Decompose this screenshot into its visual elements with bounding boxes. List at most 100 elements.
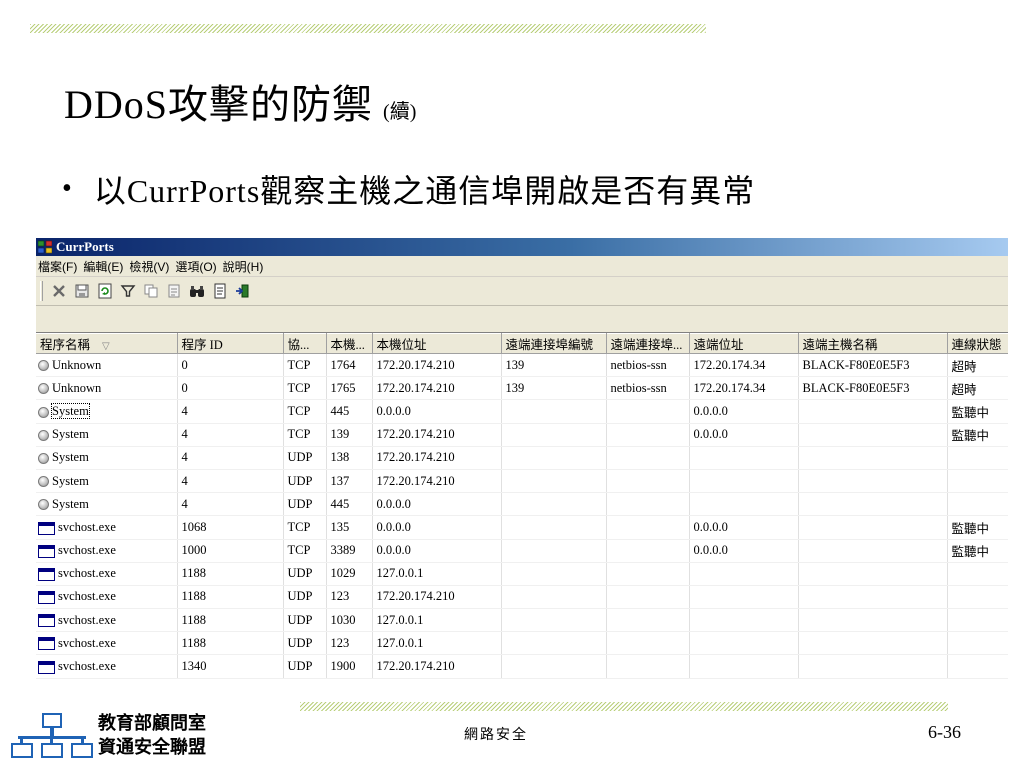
- cell-pid: 1188: [177, 585, 284, 610]
- menu-help[interactable]: 說明(H): [223, 258, 270, 275]
- report-icon[interactable]: [210, 281, 230, 301]
- col-header-local-port[interactable]: 本機...: [326, 333, 373, 354]
- refresh-icon[interactable]: [95, 281, 115, 301]
- window-title: CurrPorts: [56, 239, 114, 254]
- col-header-remote-host[interactable]: 遠端主機名稱: [798, 333, 948, 354]
- cell-protocol: TCP: [283, 376, 327, 401]
- table-row[interactable]: svchost.exe 1188 UDP 1029 127.0.0.1: [36, 562, 1008, 586]
- footer-logo: 教育部顧問室 資通安全聯盟: [10, 712, 230, 762]
- find-icon[interactable]: [187, 281, 207, 301]
- menu-view[interactable]: 檢視(V): [129, 258, 175, 275]
- filter-icon[interactable]: [118, 281, 138, 301]
- ports-table: 程序名稱 ▽ 程序 ID 協... 本機... 本機位址 遠端連接埠編號 遠端連接…: [36, 333, 1008, 679]
- cell-state: [947, 631, 1008, 656]
- cell-pid: 1340: [177, 654, 284, 679]
- cell-remote-port-name: [606, 423, 690, 447]
- cell-remote-port: 139: [501, 353, 607, 378]
- menu-file[interactable]: 檔案(F): [38, 258, 83, 275]
- cell-remote-port: [501, 654, 607, 679]
- cell-remote-port: [501, 539, 607, 563]
- table-row[interactable]: svchost.exe 1000 TCP 3389 0.0.0.0 0.0.0.0 監聽中: [36, 539, 1008, 563]
- save-icon[interactable]: [72, 281, 92, 301]
- table-header: 程序名稱 ▽ 程序 ID 協... 本機... 本機位址 遠端連接埠編號 遠端連接…: [36, 333, 1008, 354]
- cell-remote-address: [689, 654, 799, 679]
- cell-protocol: TCP: [283, 353, 327, 378]
- menu-bar: 檔案(F) 編輯(E) 檢視(V) 選項(O) 說明(H): [36, 256, 1008, 277]
- cell-protocol: UDP: [283, 446, 327, 470]
- cell-pid: 4: [177, 492, 284, 517]
- cell-local-port: 1030: [326, 608, 373, 633]
- cell-protocol: UDP: [283, 654, 327, 679]
- table-row[interactable]: System 4 UDP 445 0.0.0.0: [36, 492, 1008, 517]
- cell-process-name: svchost.exe: [36, 608, 178, 633]
- col-header-remote-port-name[interactable]: 遠端連接埠...: [606, 333, 690, 354]
- col-header-remote-port[interactable]: 遠端連接埠編號: [501, 333, 607, 354]
- cell-remote-port-name: [606, 446, 690, 470]
- table-row[interactable]: System 4 UDP 137 172.20.174.210: [36, 469, 1008, 494]
- cell-remote-address: [689, 631, 799, 656]
- process-name-text: System: [52, 473, 89, 488]
- cell-local-address: 172.20.174.210: [372, 585, 502, 610]
- cell-remote-port-name: [606, 562, 690, 586]
- col-header-protocol[interactable]: 協...: [283, 333, 327, 354]
- cell-local-port: 445: [326, 492, 373, 517]
- cell-remote-host: [798, 585, 948, 610]
- cell-remote-port-name: [606, 515, 690, 540]
- cell-pid: 4: [177, 446, 284, 470]
- col-header-remote-address[interactable]: 遠端位址: [689, 333, 799, 354]
- currports-window: CurrPorts 檔案(F) 編輯(E) 檢視(V) 選項(O) 說明(H): [36, 238, 1008, 682]
- col-header-process-name[interactable]: 程序名稱 ▽: [36, 333, 178, 354]
- cell-process-name: Unknown: [36, 353, 178, 378]
- cell-remote-address: [689, 446, 799, 470]
- cell-local-port: 135: [326, 515, 373, 540]
- table-row[interactable]: System 4 TCP 445 0.0.0.0 0.0.0.0 監聽中: [36, 399, 1008, 424]
- col-header-state[interactable]: 連線狀態: [947, 333, 1008, 354]
- toolbar-grip[interactable]: [40, 281, 43, 301]
- cell-local-address: 0.0.0.0: [372, 539, 502, 563]
- cell-remote-address: 172.20.174.34: [689, 353, 799, 378]
- cell-protocol: UDP: [283, 492, 327, 517]
- menu-edit[interactable]: 編輯(E): [83, 258, 129, 275]
- process-window-icon: [38, 567, 55, 581]
- table-row[interactable]: svchost.exe 1188 UDP 123 127.0.0.1: [36, 631, 1008, 656]
- table-row[interactable]: Unknown 0 TCP 1764 172.20.174.210 139 netbios-…: [36, 353, 1008, 378]
- cell-remote-port-name: [606, 608, 690, 633]
- process-name-text: svchost.exe: [58, 659, 116, 674]
- cell-local-address: 0.0.0.0: [372, 399, 502, 424]
- cell-remote-address: 0.0.0.0: [689, 423, 799, 447]
- cell-remote-address: 0.0.0.0: [689, 539, 799, 563]
- cell-local-port: 137: [326, 469, 373, 494]
- col-header-local-address[interactable]: 本機位址: [372, 333, 502, 354]
- window-titlebar[interactable]: CurrPorts: [36, 238, 1008, 256]
- table-row[interactable]: System 4 UDP 138 172.20.174.210: [36, 446, 1008, 470]
- cell-protocol: UDP: [283, 562, 327, 586]
- ports-table-container[interactable]: 程序名稱 ▽ 程序 ID 協... 本機... 本機位址 遠端連接埠編號 遠端連接…: [36, 332, 1008, 682]
- table-row[interactable]: System 4 TCP 139 172.20.174.210 0.0.0.0 監聽中: [36, 423, 1008, 447]
- exit-icon[interactable]: [233, 281, 253, 301]
- cell-state: 監聽中: [947, 539, 1008, 563]
- cell-process-name: svchost.exe: [36, 654, 178, 679]
- close-icon[interactable]: [49, 281, 69, 301]
- cell-state: 監聽中: [947, 423, 1008, 447]
- cell-remote-host: [798, 631, 948, 656]
- table-row[interactable]: svchost.exe 1340 UDP 1900 172.20.174.210: [36, 654, 1008, 679]
- table-row[interactable]: svchost.exe 1188 UDP 1030 127.0.0.1: [36, 608, 1008, 633]
- table-row[interactable]: svchost.exe 1068 TCP 135 0.0.0.0 0.0.0.0 監聽中: [36, 515, 1008, 540]
- cell-remote-host: [798, 654, 948, 679]
- cell-local-port: 123: [326, 585, 373, 610]
- cell-state: [947, 608, 1008, 633]
- table-row[interactable]: svchost.exe 1188 UDP 123 172.20.174.210: [36, 585, 1008, 610]
- cell-local-address: 127.0.0.1: [372, 608, 502, 633]
- cell-pid: 4: [177, 469, 284, 494]
- cell-pid: 1000: [177, 539, 284, 563]
- cell-local-address: 172.20.174.210: [372, 353, 502, 378]
- table-row[interactable]: Unknown 0 TCP 1765 172.20.174.210 139 netbios-…: [36, 376, 1008, 401]
- col-header-pid[interactable]: 程序 ID: [177, 333, 284, 354]
- process-name-text: System: [52, 427, 89, 442]
- cell-process-name: svchost.exe: [36, 515, 178, 540]
- properties-icon[interactable]: [164, 281, 184, 301]
- cell-remote-host: BLACK-F80E0E5F3: [798, 376, 948, 401]
- cell-remote-address: [689, 492, 799, 517]
- copy-icon[interactable]: [141, 281, 161, 301]
- menu-options[interactable]: 選項(O): [175, 258, 222, 275]
